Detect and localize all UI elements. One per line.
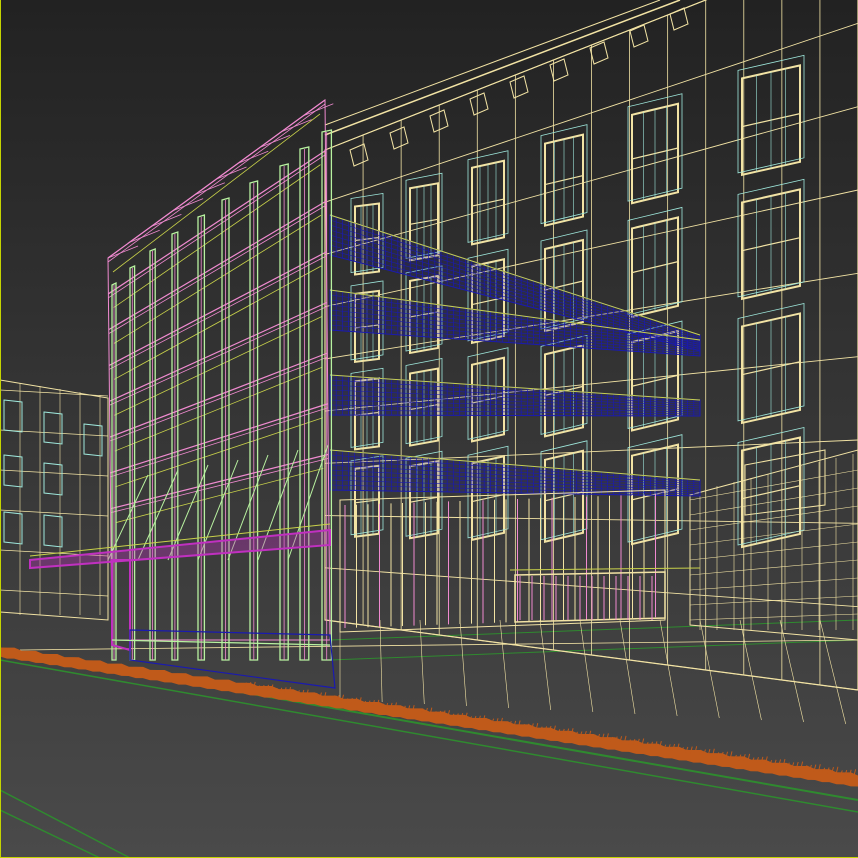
viewport-background (0, 0, 858, 858)
3d-viewport[interactable] (0, 0, 858, 858)
wireframe-scene[interactable] (0, 0, 858, 858)
